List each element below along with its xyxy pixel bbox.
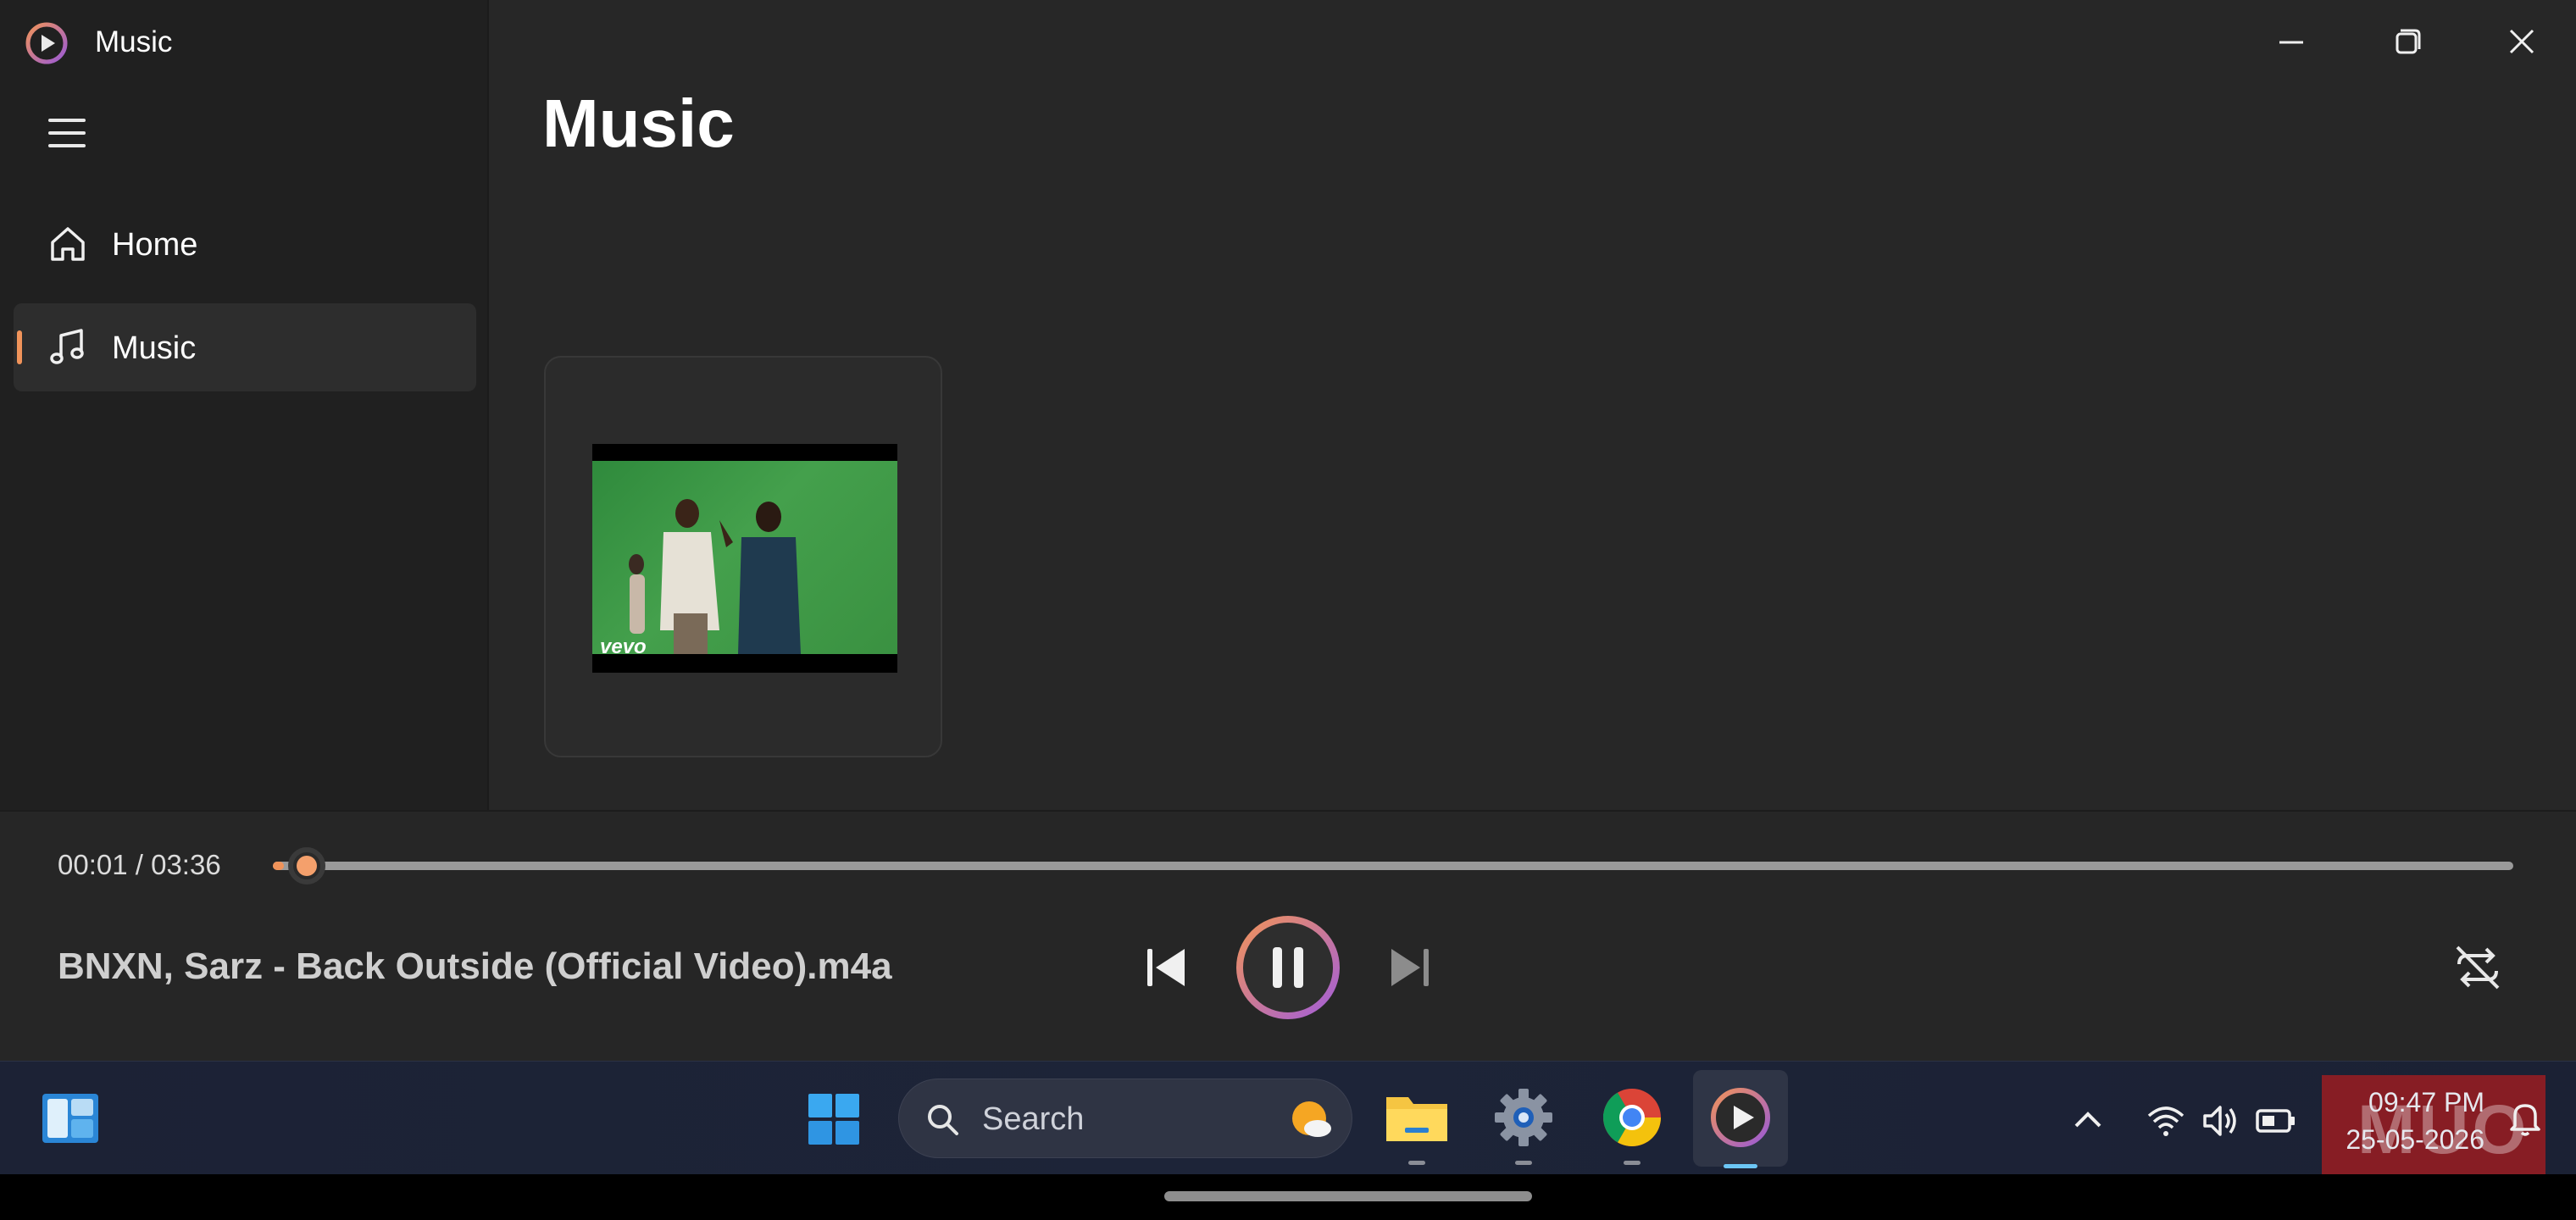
player-bar: 00:01 / 03:36 BNXN, Sarz - Back Outside … [0, 810, 2576, 1061]
music-app-window: Music Home Music Music vevo 00:01 / 03:3… [0, 0, 2576, 1061]
settings-icon[interactable] [1486, 1080, 1561, 1165]
file-explorer-icon[interactable] [1380, 1080, 1454, 1165]
thumbnail-figures [629, 499, 801, 654]
selection-indicator [17, 330, 22, 364]
chrome-logo-icon [1603, 1089, 1661, 1146]
notification-bell-icon[interactable] [2503, 1095, 2547, 1140]
progress-fill [273, 862, 284, 870]
close-icon[interactable] [2488, 17, 2556, 68]
minimize-icon[interactable] [2257, 17, 2325, 68]
folder-icon [1386, 1097, 1447, 1141]
search-icon [928, 1105, 958, 1135]
system-clock[interactable]: 09:47 PM 25-05-2026 [2332, 1084, 2484, 1158]
progress-thumb[interactable] [288, 847, 325, 884]
album-card[interactable]: vevo [544, 356, 942, 757]
hamburger-line [48, 119, 86, 122]
app-title: Music [95, 25, 173, 58]
progress-slider[interactable] [273, 862, 2513, 870]
home-gesture-handle[interactable] [1164, 1191, 1532, 1201]
gear-icon [1495, 1089, 1552, 1146]
music-note-icon [50, 329, 84, 364]
page-title: Music [542, 86, 735, 161]
weather-icon[interactable] [1287, 1098, 1335, 1142]
sidebar-item-label: Home [112, 227, 198, 263]
wifi-icon[interactable] [2144, 1099, 2188, 1143]
battery-icon[interactable] [2254, 1099, 2298, 1143]
video-frame: vevo [592, 461, 897, 654]
next-track-icon[interactable] [1380, 937, 1441, 998]
restore-icon[interactable] [2373, 17, 2440, 68]
track-title: BNXN, Sarz - Back Outside (Official Vide… [58, 946, 892, 987]
sidebar-item-label: Music [112, 330, 197, 366]
chevron-up-icon[interactable] [2066, 1099, 2110, 1143]
vevo-logo: vevo [600, 635, 647, 654]
taskbar-search-box[interactable]: Search [898, 1079, 1352, 1158]
widgets-icon[interactable] [41, 1092, 100, 1145]
running-indicator [1515, 1161, 1532, 1165]
album-thumbnail: vevo [592, 444, 897, 673]
app-logo-icon [25, 22, 68, 64]
title-bar: Music [0, 0, 487, 85]
window-controls [2220, 0, 2576, 85]
hamburger-menu-button[interactable] [34, 110, 102, 156]
sidebar-item-home[interactable]: Home [14, 200, 476, 288]
play-circle-icon [1711, 1088, 1770, 1147]
sidebar-item-music[interactable]: Music [14, 303, 476, 391]
search-placeholder: Search [982, 1101, 1085, 1137]
volume-icon[interactable] [2198, 1099, 2242, 1143]
time-display: 00:01 / 03:36 [58, 849, 221, 880]
taskbar: Search MUO 09:47 PM 25-05-2026 [0, 1061, 2576, 1187]
clock-time: 09:47 PM [2368, 1087, 2484, 1117]
media-player-icon[interactable] [1693, 1070, 1788, 1168]
chrome-icon[interactable] [1595, 1080, 1669, 1165]
hamburger-line [48, 144, 86, 147]
repeat-off-icon[interactable] [2449, 939, 2507, 996]
active-indicator [1724, 1164, 1757, 1168]
previous-track-icon[interactable] [1135, 937, 1196, 998]
hamburger-line [48, 131, 86, 135]
pause-button[interactable] [1234, 913, 1342, 1022]
sidebar: Music Home Music [0, 0, 489, 810]
home-icon [51, 227, 85, 261]
clock-date: 25-05-2026 [2346, 1124, 2484, 1155]
running-indicator [1408, 1161, 1425, 1165]
start-icon[interactable] [807, 1092, 861, 1146]
gesture-bar [0, 1174, 2576, 1220]
running-indicator [1624, 1161, 1641, 1165]
